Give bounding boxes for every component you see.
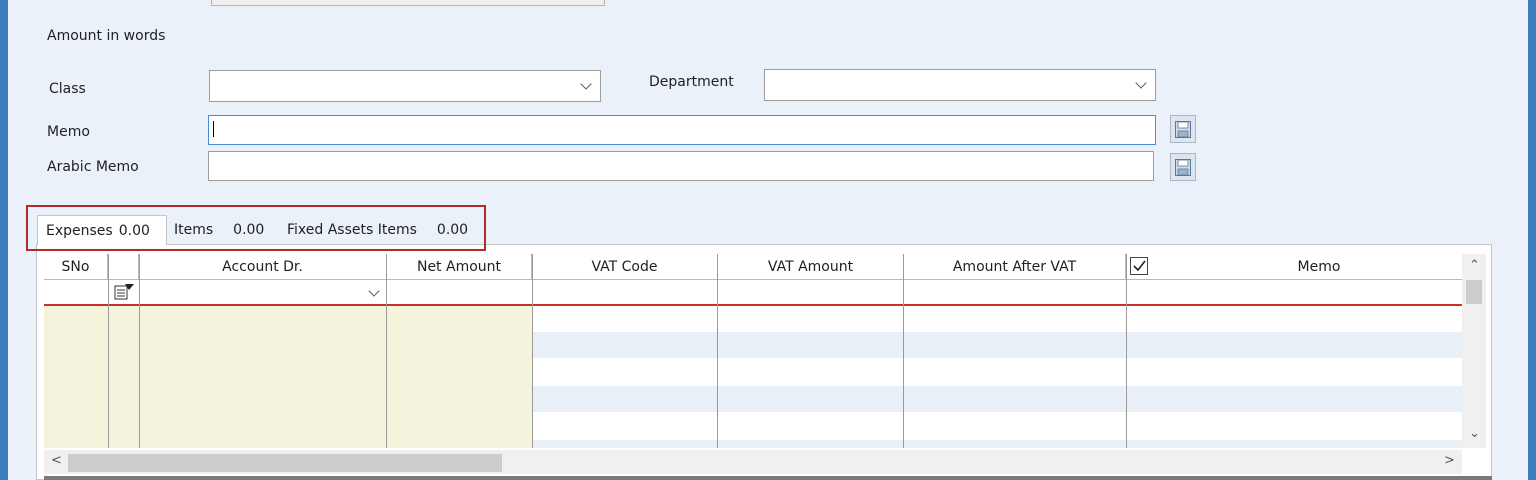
column-header-vat-amount[interactable]: VAT Amount bbox=[718, 254, 904, 280]
class-select[interactable] bbox=[209, 70, 601, 102]
window-border-right bbox=[1528, 0, 1536, 480]
memo-label: Memo bbox=[47, 124, 90, 140]
column-header-net-amount[interactable]: Net Amount bbox=[387, 254, 532, 280]
column-divider bbox=[903, 254, 904, 448]
bottom-border bbox=[44, 476, 1492, 480]
text-caret bbox=[213, 121, 214, 137]
column-divider bbox=[139, 254, 140, 448]
column-divider bbox=[108, 254, 109, 448]
row-stripe bbox=[532, 332, 1462, 358]
horizontal-scrollbar[interactable]: < > bbox=[44, 450, 1462, 474]
column-divider bbox=[717, 254, 718, 448]
new-entry-row[interactable] bbox=[44, 280, 1462, 304]
column-divider bbox=[1126, 254, 1127, 448]
row-stripe bbox=[532, 440, 1462, 448]
chevron-down-icon bbox=[368, 285, 380, 297]
scroll-left-icon[interactable]: < bbox=[51, 453, 62, 468]
column-header-row-icon[interactable] bbox=[108, 254, 139, 280]
column-header-sno[interactable]: SNo bbox=[44, 254, 108, 280]
memo-field[interactable] bbox=[208, 115, 1156, 145]
account-dropdown[interactable] bbox=[362, 283, 386, 303]
column-header-memo[interactable]: Memo bbox=[1176, 254, 1462, 280]
vertical-scroll-thumb[interactable] bbox=[1466, 280, 1482, 304]
check-icon bbox=[1133, 260, 1146, 272]
editable-cells bbox=[44, 306, 532, 448]
save-icon bbox=[1175, 159, 1191, 176]
window-border-left bbox=[0, 0, 8, 480]
column-divider bbox=[532, 254, 533, 448]
tabs-highlight bbox=[26, 205, 486, 251]
amount-in-words-label: Amount in words bbox=[47, 28, 166, 44]
department-label: Department bbox=[649, 74, 734, 90]
column-header-amount-after-vat[interactable]: Amount After VAT bbox=[904, 254, 1126, 280]
scroll-down-icon[interactable]: ⌄ bbox=[1469, 426, 1480, 441]
arabic-memo-label: Arabic Memo bbox=[47, 159, 139, 175]
amount-field bbox=[211, 0, 605, 6]
chevron-down-icon bbox=[1135, 77, 1147, 89]
column-header-account-dr[interactable]: Account Dr. bbox=[139, 254, 387, 280]
class-label: Class bbox=[49, 81, 86, 97]
memo-column-checkbox[interactable] bbox=[1130, 257, 1148, 275]
arabic-memo-save-button[interactable] bbox=[1170, 153, 1196, 181]
horizontal-scroll-thumb[interactable] bbox=[68, 454, 502, 472]
arabic-memo-field[interactable] bbox=[208, 151, 1154, 181]
vertical-scrollbar[interactable]: ⌃ ⌄ bbox=[1462, 254, 1486, 448]
scroll-up-icon[interactable]: ⌃ bbox=[1469, 258, 1480, 273]
row-edit-icon[interactable] bbox=[113, 283, 135, 301]
memo-save-button[interactable] bbox=[1170, 115, 1196, 143]
scroll-right-icon[interactable]: > bbox=[1444, 453, 1455, 468]
save-icon bbox=[1175, 121, 1191, 138]
column-divider bbox=[386, 254, 387, 448]
column-header-vat-code[interactable]: VAT Code bbox=[532, 254, 718, 280]
chevron-down-icon bbox=[580, 78, 592, 90]
department-select[interactable] bbox=[764, 69, 1156, 101]
row-stripe bbox=[532, 386, 1462, 412]
